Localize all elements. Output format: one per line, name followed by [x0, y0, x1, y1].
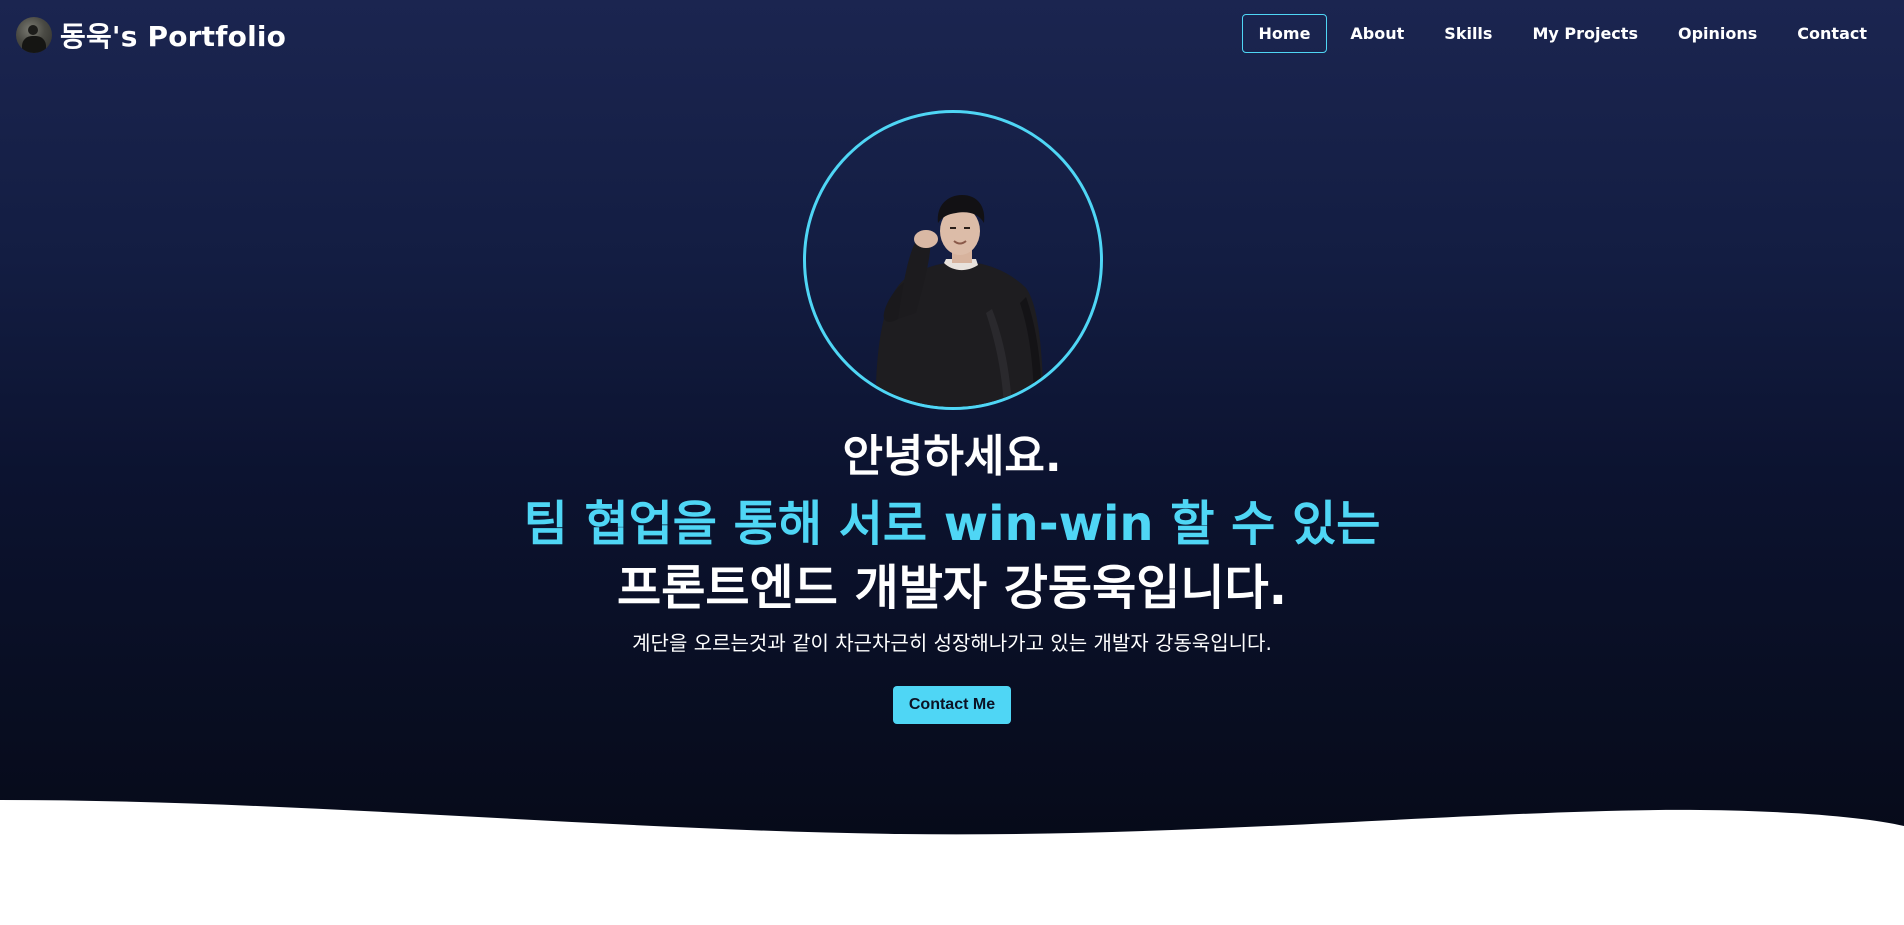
- page: 동욱's Portfolio Home About Skills My Proj…: [0, 0, 1904, 925]
- wave-divider: [0, 800, 1904, 925]
- nav-item-my-projects[interactable]: My Projects: [1515, 14, 1655, 53]
- hero-subtext: 계단을 오르는것과 같이 차근차근히 성장해나가고 있는 개발자 강동욱입니다.: [632, 631, 1272, 655]
- hero-tagline: 팀 협업을 통해 서로 win-win 할 수 있는: [523, 496, 1381, 552]
- nav-item-opinions[interactable]: Opinions: [1661, 14, 1774, 53]
- nav-item-contact[interactable]: Contact: [1780, 14, 1884, 53]
- nav-item-about[interactable]: About: [1333, 14, 1421, 53]
- profile-photo: [803, 110, 1103, 410]
- brand-avatar: [16, 17, 52, 53]
- hero-role: 프론트엔드 개발자 강동욱입니다.: [617, 560, 1287, 616]
- nav-menu: Home About Skills My Projects Opinions C…: [1236, 14, 1884, 53]
- profile-person-illustration: [876, 195, 1044, 407]
- nav-item-skills[interactable]: Skills: [1427, 14, 1509, 53]
- contact-me-button[interactable]: Contact Me: [892, 686, 1012, 724]
- cta-container: Contact Me: [0, 686, 1904, 724]
- navbar: 동욱's Portfolio Home About Skills My Proj…: [0, 0, 1904, 68]
- brand-title: 동욱's Portfolio: [60, 20, 287, 53]
- brand-logo-link[interactable]: 동욱's Portfolio: [16, 15, 286, 55]
- nav-item-home[interactable]: Home: [1241, 14, 1328, 53]
- hero-greeting: 안녕하세요.: [842, 431, 1062, 482]
